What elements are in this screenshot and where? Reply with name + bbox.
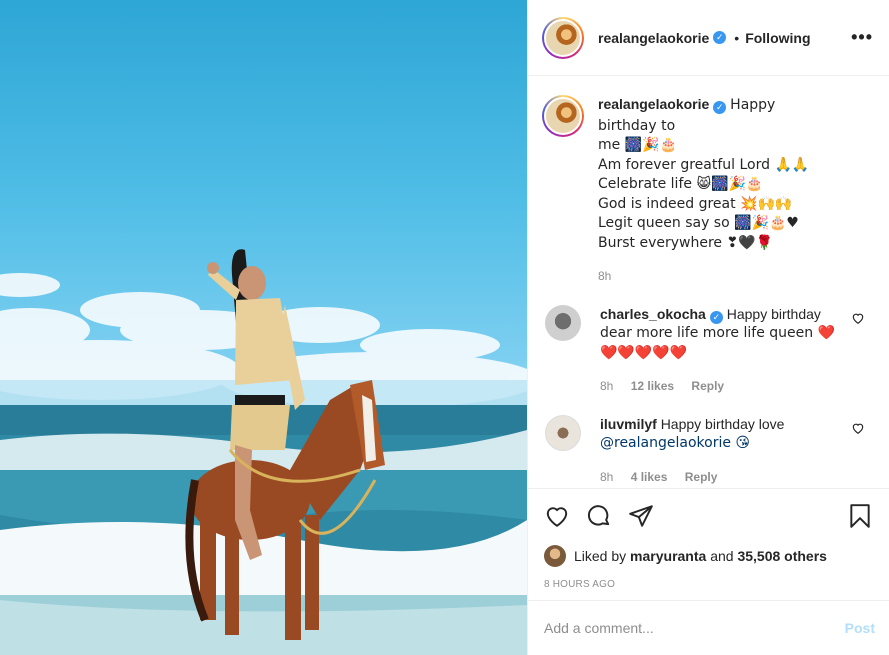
liked-by: Liked by maryuranta and 35,508 others [544, 545, 873, 567]
comment-item: iluvmilyf Happy birthday love @realangel… [542, 414, 873, 488]
verified-icon: ✓ [713, 31, 727, 44]
comment-item: charles_okocha ✓ Happy birthday dear more… [542, 304, 873, 397]
post-header: realangelaokorie ✓ • Following ••• [528, 0, 889, 76]
comment-input[interactable] [544, 620, 845, 636]
liked-by-prefix: Liked by [574, 548, 627, 564]
post-side-panel: realangelaokorie ✓ • Following ••• reala… [527, 0, 889, 655]
comment-like-heart-icon[interactable] [851, 311, 865, 325]
commenter-username[interactable]: charles_okocha [600, 306, 706, 322]
author-avatar[interactable] [542, 16, 584, 59]
comment-time[interactable]: 8h [600, 470, 613, 484]
caption-body: realangelaokorie ✓ Happy birthday to me 🎆… [598, 95, 838, 287]
comment-likes[interactable]: 4 likes [631, 470, 668, 484]
follow-separator: • [734, 29, 740, 46]
verified-icon: ✓ [713, 101, 727, 114]
comment-text: Happy birthday [726, 305, 821, 322]
liked-by-and: and [710, 548, 734, 564]
comment-mention[interactable]: @realangelaokorie 😘 [600, 434, 840, 454]
comment-text: Happy birthday love [660, 415, 785, 432]
reply-button[interactable]: Reply [685, 470, 718, 484]
comment-time[interactable]: 8h [600, 379, 613, 393]
more-icon[interactable]: ••• [851, 27, 873, 48]
comment-line: ❤️❤️❤️❤️❤️ [600, 344, 688, 361]
caption-avatar[interactable] [542, 95, 584, 137]
action-icons [544, 501, 873, 531]
caption-line: Celebrate life 😸🎆🎉🎂 [598, 176, 764, 192]
comment-like-heart-icon[interactable] [851, 421, 865, 435]
caption-line: God is indeed great 💥🙌🙌 [598, 195, 793, 212]
commenter-avatar[interactable] [545, 414, 581, 451]
caption-line: me 🎆🎉🎂 [598, 137, 677, 153]
post-photo[interactable] [0, 0, 527, 655]
author-username[interactable]: realangelaokorie [598, 30, 709, 46]
comment-meta: 8h 12 likes Reply [600, 377, 840, 397]
comment-line: dear more life more life queen ❤️ [600, 325, 835, 341]
comments-list: realangelaokorie ✓ Happy birthday to me 🎆… [528, 77, 889, 487]
instagram-post: realangelaokorie ✓ • Following ••• reala… [0, 0, 889, 655]
comment-line: charles_okocha ✓ Happy birthday [600, 305, 840, 325]
caption-line: Am forever greatful Lord 🙏🙏 [598, 156, 810, 173]
add-comment-bar: Post [528, 600, 889, 655]
commenter-avatar[interactable] [545, 304, 581, 341]
verified-icon: ✓ [709, 310, 723, 324]
caption: realangelaokorie ✓ Happy birthday to me 🎆… [542, 95, 873, 287]
follow-button[interactable]: Following [745, 30, 810, 46]
post-comment-button[interactable]: Post [845, 620, 875, 636]
comment-line: iluvmilyf Happy birthday love [600, 415, 840, 435]
post-timestamp[interactable]: 8 HOURS AGO [544, 579, 873, 590]
caption-meta: 8h [598, 267, 838, 287]
share-icon[interactable] [628, 503, 654, 529]
caption-author[interactable]: realangelaokorie [598, 96, 709, 112]
caption-line: realangelaokorie ✓ Happy birthday to [598, 95, 838, 136]
caption-time[interactable]: 8h [598, 269, 611, 283]
comment-icon[interactable] [586, 503, 612, 529]
liker-avatar[interactable] [544, 545, 566, 567]
comment-likes[interactable]: 12 likes [631, 379, 674, 393]
bookmark-icon[interactable] [847, 503, 873, 529]
likes-count[interactable]: 35,508 others [737, 548, 827, 564]
post-actions: Liked by maryuranta and 35,508 others 8 … [528, 488, 889, 600]
liker-username[interactable]: maryuranta [630, 548, 706, 564]
commenter-username[interactable]: iluvmilyf [600, 416, 657, 432]
caption-line: Burst everywhere ❣🖤🌹 [598, 234, 774, 251]
heart-icon[interactable] [544, 503, 570, 529]
comment-meta: 8h 4 likes Reply [600, 468, 840, 488]
photo-illustration [0, 249, 527, 655]
comment-body: charles_okocha ✓ Happy birthday dear more… [600, 305, 840, 397]
comment-body: iluvmilyf Happy birthday love @realangel… [600, 415, 840, 488]
caption-line: Legit queen say so 🎆🎉🎂♥ [598, 215, 799, 231]
reply-button[interactable]: Reply [691, 379, 724, 393]
